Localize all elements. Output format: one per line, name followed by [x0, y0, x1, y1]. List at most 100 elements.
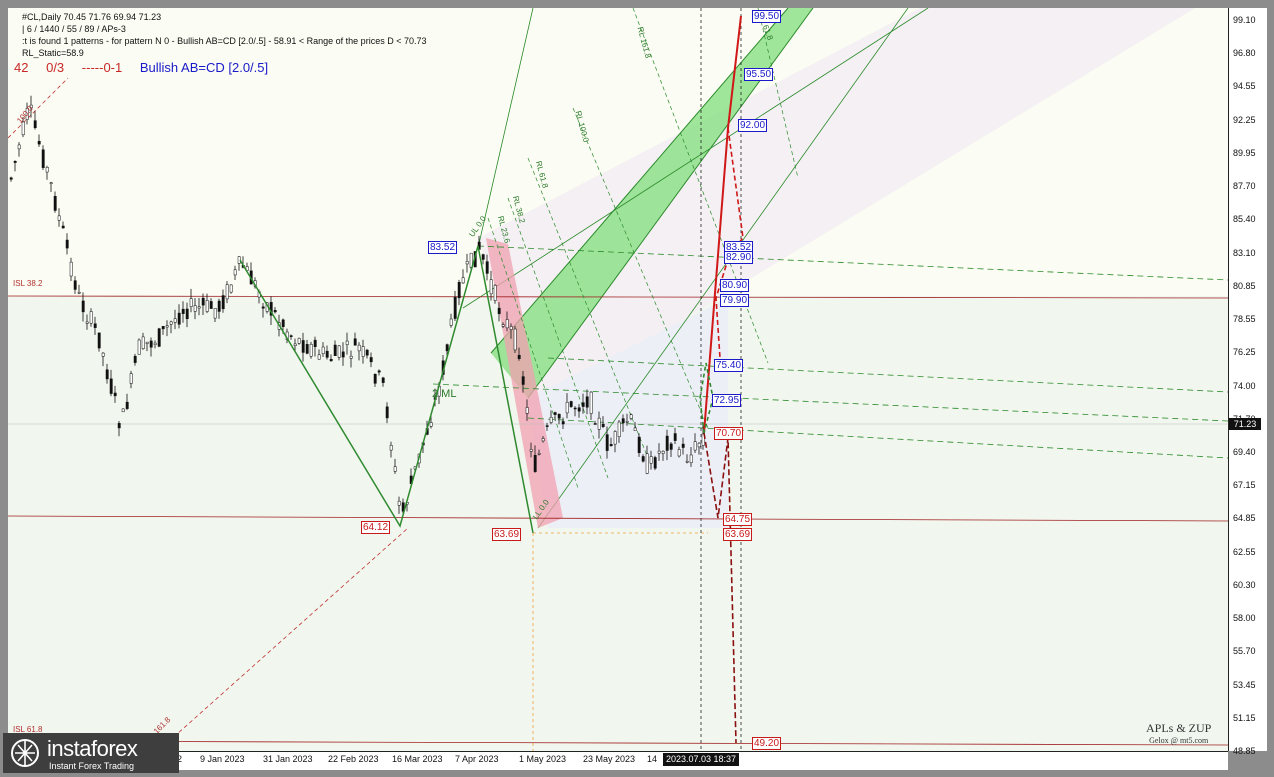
price-tick: 80.85	[1233, 280, 1256, 291]
signature-line2: Gelox @ mt5.com	[1149, 736, 1209, 745]
price-tick: 96.80	[1233, 48, 1256, 59]
price-tick: 85.40	[1233, 214, 1256, 225]
candle-body	[545, 425, 549, 427]
legend-count: 42	[14, 60, 29, 75]
level-82-90: 82.90	[724, 251, 754, 264]
candle-body	[61, 225, 65, 229]
candle-body	[273, 310, 277, 313]
candle-body	[633, 427, 637, 432]
price-tick: 62.55	[1233, 546, 1256, 557]
candle-body	[585, 396, 589, 408]
price-tick: 58.00	[1233, 613, 1256, 624]
candle-body	[361, 346, 365, 357]
candle-body	[157, 328, 161, 347]
candle-body	[109, 378, 113, 394]
author-signature: APLs & ZUP Gelox @ mt5.com	[1146, 721, 1211, 745]
candle-body	[197, 306, 201, 309]
date-tick: 14	[647, 754, 658, 764]
ml-label: 2 ML	[432, 388, 457, 400]
candle-body	[137, 339, 141, 355]
candle-body	[505, 319, 509, 329]
candle-body	[389, 445, 393, 451]
level-75-40: 75.40	[714, 359, 744, 372]
candle-body	[297, 338, 301, 344]
candle-body	[173, 318, 177, 323]
candle-body	[381, 377, 385, 383]
candle-body	[53, 196, 57, 211]
candle-body	[101, 352, 105, 357]
legend-range: -----0-1	[81, 60, 123, 75]
candle-body	[57, 215, 61, 221]
price-tick: 78.55	[1233, 314, 1256, 325]
candle-body	[617, 421, 621, 437]
candle-body	[73, 280, 77, 290]
candle-body	[481, 254, 485, 260]
candle-body	[225, 284, 229, 300]
price-tick: 74.00	[1233, 380, 1256, 391]
chart-area[interactable]: #CL,Daily 70.45 71.76 69.94 71.23 | 6 / …	[8, 8, 1228, 751]
legend-ratio: 0/3	[46, 60, 65, 75]
price-tick: 87.70	[1233, 181, 1256, 192]
candle-body	[93, 323, 97, 328]
candle-body	[177, 312, 181, 325]
candle-body	[353, 338, 357, 346]
candle-body	[193, 305, 197, 312]
candle-body	[81, 300, 85, 313]
price-tick: 55.70	[1233, 646, 1256, 657]
candle-body	[449, 318, 453, 326]
candle-body	[637, 436, 641, 454]
candle-body	[561, 421, 565, 425]
candle-body	[593, 423, 597, 425]
price-tick: 69.40	[1233, 446, 1256, 457]
candle-body	[129, 373, 133, 384]
candle-body	[309, 344, 313, 357]
level-92-00: 92.00	[738, 119, 768, 132]
candle-body	[333, 344, 337, 356]
date-tick: 23 May 2023	[583, 754, 636, 764]
candle-body	[621, 418, 625, 424]
candle-body	[305, 344, 309, 354]
price-tick: 64.85	[1233, 513, 1256, 524]
candle-body	[605, 434, 609, 451]
candle-body	[121, 408, 125, 413]
candle-body	[325, 350, 329, 358]
candle-body	[209, 301, 213, 309]
candle-body	[377, 370, 381, 373]
candle-body	[497, 307, 501, 314]
candle-body	[293, 343, 297, 346]
price-tick: 76.25	[1233, 347, 1256, 358]
candle-body	[113, 392, 117, 397]
pattern-line: :t is found 1 patterns - for pattern N 0…	[22, 36, 427, 46]
candle-body	[453, 296, 457, 319]
isl-38-label: ISL 38.2	[13, 279, 43, 288]
static-line: RL_Static=58.9	[22, 48, 84, 58]
candle-body	[89, 311, 93, 324]
candle-body	[213, 308, 217, 319]
candle-body	[313, 339, 317, 347]
candle-body	[9, 177, 13, 180]
candle-body	[229, 284, 233, 293]
candle-body	[569, 401, 573, 407]
candle-body	[165, 325, 169, 328]
candle-body	[573, 407, 577, 410]
price-tick: 92.25	[1233, 114, 1256, 125]
candle-body	[597, 417, 601, 430]
candle-body	[281, 319, 285, 327]
date-tick: 9 Jan 2023	[200, 754, 245, 764]
candle-body	[601, 423, 605, 427]
candle-body	[641, 456, 645, 462]
date-tick: 7 Apr 2023	[455, 754, 499, 764]
candle-body	[357, 344, 361, 352]
candle-body	[581, 402, 585, 407]
level-70-70: 70.70	[714, 427, 744, 440]
candle-body	[345, 340, 349, 345]
candle-body	[105, 369, 109, 380]
candle-body	[217, 300, 221, 312]
candle-body	[125, 401, 129, 409]
candle-body	[393, 466, 397, 472]
candle-body	[513, 328, 517, 351]
logo-tagline: Instant Forex Trading	[49, 761, 135, 771]
candle-body	[13, 160, 17, 163]
candle-body	[369, 357, 373, 363]
candle-body	[85, 321, 89, 324]
